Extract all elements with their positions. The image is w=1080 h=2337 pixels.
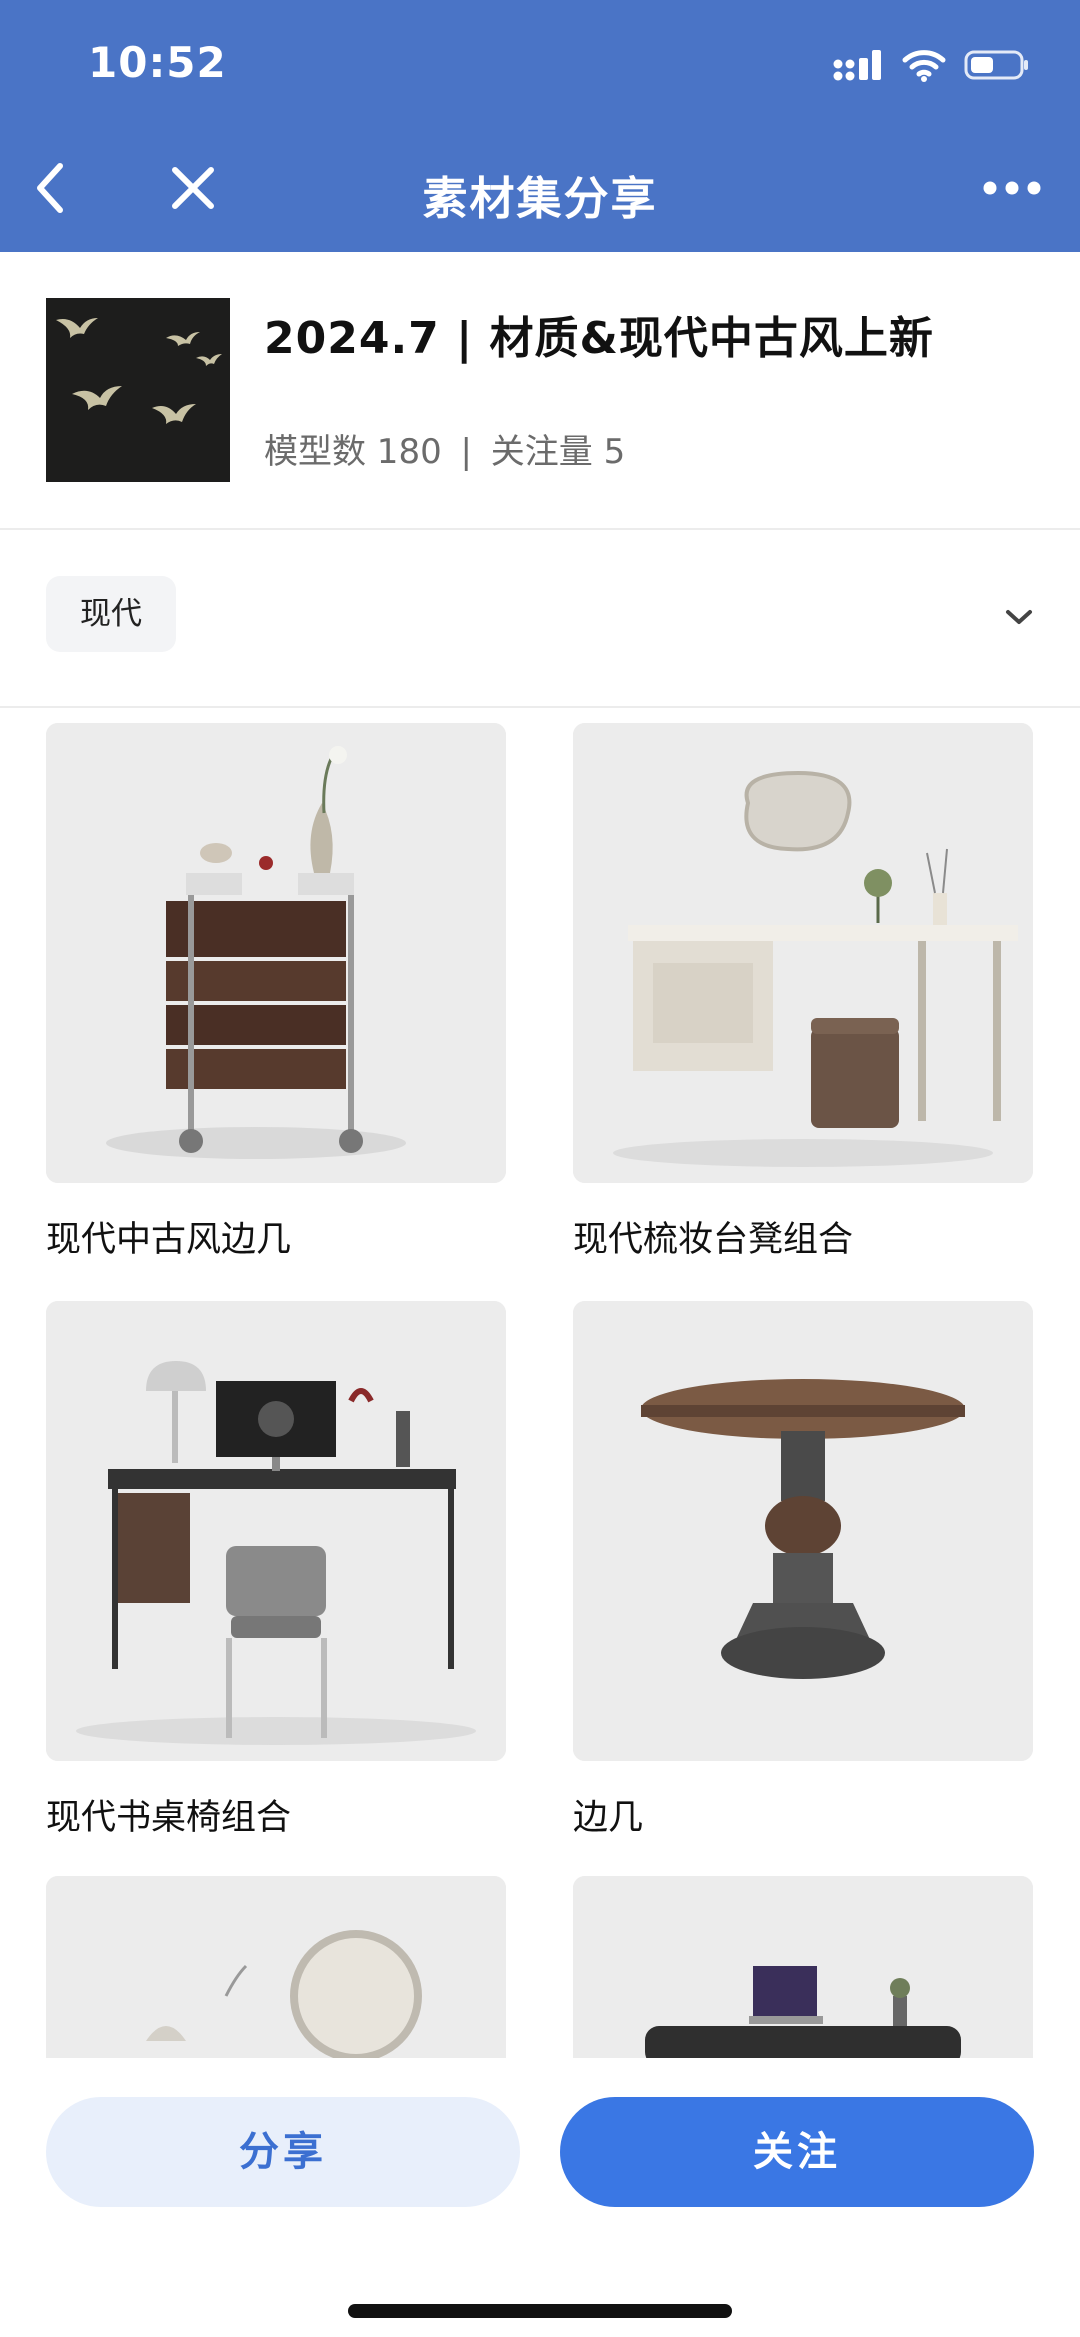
desk-chair-image-icon bbox=[46, 1301, 506, 1761]
mirror-decor-image-icon bbox=[46, 1876, 506, 2058]
model-thumbnail[interactable] bbox=[46, 1301, 506, 1761]
bottom-action-bar: 分享 关注 bbox=[0, 2060, 1080, 2337]
model-name: 现代中古风边几 bbox=[46, 1220, 292, 1260]
model-thumbnail[interactable] bbox=[46, 1876, 506, 2058]
model-name: 边几 bbox=[573, 1798, 644, 1838]
model-name: 现代梳妆台凳组合 bbox=[573, 1220, 854, 1260]
model-count: 模型数 180 bbox=[264, 432, 442, 472]
model-card[interactable]: 现代梳妆台凳组合 bbox=[573, 723, 1033, 1262]
navigation-row: 素材集分享 bbox=[0, 150, 1080, 230]
stats-separator: | bbox=[460, 432, 472, 472]
model-card[interactable]: 边几 bbox=[573, 1301, 1033, 1840]
chevron-down-icon bbox=[1006, 610, 1032, 624]
side-table-image-icon bbox=[46, 723, 506, 1183]
top-bar: 10:52 素材集分享 bbox=[0, 0, 1080, 252]
status-time: 10:52 bbox=[88, 38, 227, 87]
model-thumbnail[interactable] bbox=[46, 723, 506, 1183]
filter-dropdown-button[interactable] bbox=[994, 592, 1044, 642]
model-card[interactable] bbox=[573, 1876, 1033, 2058]
follow-count: 关注量 5 bbox=[490, 432, 626, 472]
model-grid: 现代中古风边几 现代梳妆台凳组合 现代书桌椅组合 边几 bbox=[0, 708, 1080, 2058]
model-card[interactable] bbox=[46, 1876, 506, 2058]
battery-icon bbox=[964, 48, 1030, 86]
more-icon bbox=[983, 181, 1041, 195]
model-name: 现代书桌椅组合 bbox=[46, 1798, 292, 1838]
status-icons bbox=[832, 48, 1030, 86]
model-thumbnail[interactable] bbox=[573, 1301, 1033, 1761]
model-card[interactable]: 现代书桌椅组合 bbox=[46, 1301, 506, 1840]
filter-bar: 现代 bbox=[0, 530, 1080, 708]
follow-button[interactable]: 关注 bbox=[560, 2097, 1034, 2207]
page-title: 素材集分享 bbox=[422, 172, 658, 225]
more-button[interactable] bbox=[972, 158, 1052, 218]
model-card[interactable]: 现代中古风边几 bbox=[46, 723, 506, 1262]
model-thumbnail[interactable] bbox=[573, 1876, 1033, 2058]
collection-title: 2024.7 | 材质&现代中古风上新 bbox=[264, 313, 934, 364]
swallow-pattern-icon bbox=[46, 298, 230, 482]
collection-header: 2024.7 | 材质&现代中古风上新 模型数 180 | 关注量 5 bbox=[0, 252, 1080, 530]
collection-stats: 模型数 180 | 关注量 5 bbox=[264, 424, 625, 473]
vanity-set-image-icon bbox=[573, 723, 1033, 1183]
workstation-image-icon bbox=[573, 1876, 1033, 2058]
cellular-signal-icon bbox=[832, 48, 884, 86]
round-table-image-icon bbox=[573, 1301, 1033, 1761]
home-indicator bbox=[348, 2304, 732, 2318]
collection-thumbnail bbox=[46, 298, 230, 482]
share-button[interactable]: 分享 bbox=[46, 2097, 520, 2207]
model-thumbnail[interactable] bbox=[573, 723, 1033, 1183]
wifi-icon bbox=[902, 48, 946, 86]
filter-chip-selected[interactable]: 现代 bbox=[46, 576, 176, 652]
